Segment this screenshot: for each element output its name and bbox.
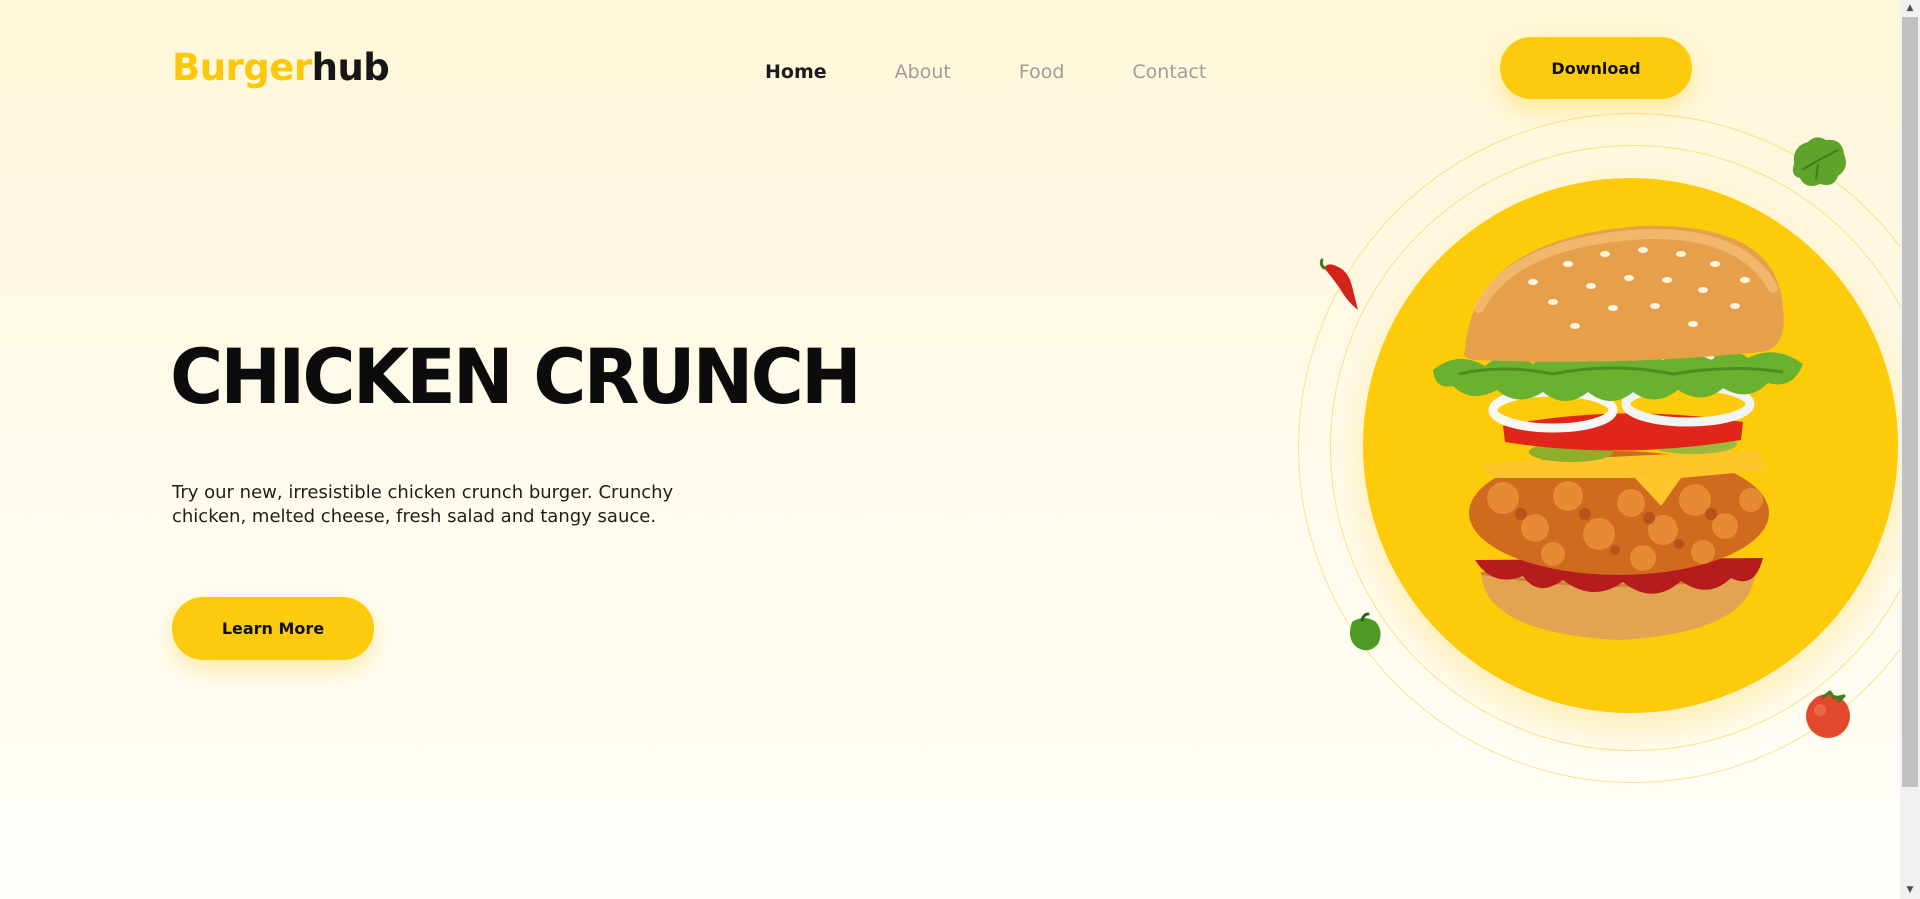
scrollbar-thumb[interactable] [1902,17,1918,787]
nav-item-about[interactable]: About [895,61,951,83]
scroll-up-arrow-icon[interactable]: ▲ [1900,0,1920,17]
hero-title: CHICKEN CRUNCH [170,332,862,421]
hero-description: Try our new, irresistible chicken crunch… [172,482,674,527]
nav-item-home[interactable]: Home [765,61,827,83]
chicken-burger-image [1433,225,1803,640]
download-button[interactable]: Download [1500,37,1692,99]
vertical-scrollbar[interactable]: ▲ ▼ [1900,0,1920,899]
lettuce-leaf-icon [1792,137,1846,186]
brand-name-part1: Burger [172,46,312,89]
hero-burger-circle [1363,178,1898,713]
green-pepper-icon [1350,612,1381,651]
scroll-down-arrow-icon[interactable]: ▼ [1900,882,1920,899]
chili-pepper-icon [1319,258,1358,310]
brand-logo[interactable]: Burgerhub [172,46,390,89]
nav-item-contact[interactable]: Contact [1132,61,1206,83]
landing-page: Burgerhub Home About Food Contact Downlo… [0,0,1920,899]
tomato-icon [1806,690,1850,738]
brand-name-part2: hub [311,46,390,89]
main-nav: Home About Food Contact [765,61,1274,83]
nav-item-food[interactable]: Food [1019,61,1065,83]
learn-more-button[interactable]: Learn More [172,597,374,660]
